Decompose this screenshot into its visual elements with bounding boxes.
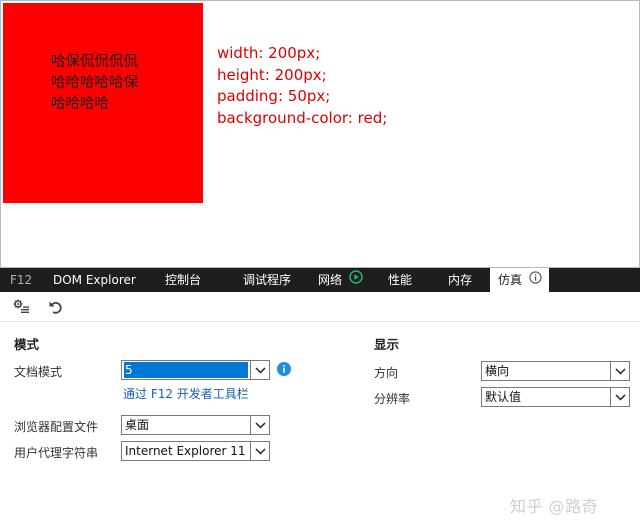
emulation-toolbar bbox=[0, 292, 640, 322]
orientation-value: 横向 bbox=[485, 364, 510, 378]
document-mode-value: 5 bbox=[124, 362, 248, 378]
reset-button[interactable] bbox=[45, 297, 65, 317]
chevron-down-icon bbox=[250, 442, 269, 460]
tab-console[interactable]: 控制台 bbox=[165, 268, 201, 292]
chevron-down-icon bbox=[250, 416, 269, 434]
tab-network-label: 网络 bbox=[318, 273, 343, 287]
css-line-background: background-color: red; bbox=[217, 108, 388, 127]
page-viewport: 哈保侃侃侃侃 哈哈哈哈哈保 哈哈哈哈 width: 200px; height:… bbox=[0, 0, 640, 268]
document-mode-select[interactable]: 5 bbox=[121, 360, 270, 380]
resolution-value: 默认值 bbox=[485, 390, 522, 404]
tab-performance-label: 性能 bbox=[388, 273, 413, 287]
tab-performance[interactable]: 性能 bbox=[388, 268, 412, 292]
display-section-title: 显示 bbox=[374, 337, 400, 352]
red-demo-box: 哈保侃侃侃侃 哈哈哈哈哈保 哈哈哈哈 bbox=[3, 3, 203, 203]
user-agent-value: Internet Explorer 11 (默 bbox=[125, 444, 250, 458]
tab-debugger-label: 调试程序 bbox=[243, 273, 292, 287]
settings-button[interactable] bbox=[11, 297, 31, 317]
tab-emulation[interactable]: 仿真 bbox=[490, 268, 549, 292]
document-mode-label: 文档模式 bbox=[14, 365, 63, 379]
chevron-down-icon bbox=[250, 361, 269, 379]
undo-icon bbox=[49, 301, 62, 314]
tab-console-label: 控制台 bbox=[165, 273, 202, 287]
user-agent-select[interactable]: Internet Explorer 11 (默 bbox=[121, 441, 270, 461]
tab-emulation-label: 仿真 bbox=[498, 273, 523, 287]
tab-memory-label: 内存 bbox=[448, 273, 473, 287]
resolution-select[interactable]: 默认值 bbox=[481, 387, 630, 407]
document-mode-info-icon[interactable] bbox=[277, 362, 291, 376]
chevron-down-icon bbox=[610, 362, 629, 380]
tab-f12[interactable]: F12 bbox=[10, 268, 32, 292]
record-play-icon bbox=[349, 268, 363, 292]
resolution-label: 分辨率 bbox=[374, 392, 411, 406]
settings-icon bbox=[13, 299, 29, 313]
tab-dom-explorer[interactable]: DOM Explorer bbox=[53, 268, 136, 292]
tab-network[interactable]: 网络 bbox=[318, 268, 363, 292]
css-line-padding: padding: 50px; bbox=[217, 87, 331, 105]
css-line-width: width: 200px; bbox=[217, 44, 321, 62]
css-description: width: 200px; height: 200px; padding: 50… bbox=[217, 43, 387, 129]
tab-dom-explorer-label: DOM Explorer bbox=[53, 273, 136, 287]
user-agent-label: 用户代理字符串 bbox=[14, 446, 99, 460]
tab-f12-label: F12 bbox=[10, 273, 33, 287]
watermark: 知乎 @路奇 bbox=[510, 497, 599, 516]
orientation-select[interactable]: 横向 bbox=[481, 361, 630, 381]
orientation-label: 方向 bbox=[374, 366, 399, 380]
chevron-down-icon bbox=[610, 388, 629, 406]
info-icon bbox=[529, 268, 542, 292]
browser-profile-label: 浏览器配置文件 bbox=[14, 420, 99, 434]
tab-debugger[interactable]: 调试程序 bbox=[243, 268, 291, 292]
devtools-tab-bar: F12 DOM Explorer 控制台 调试程序 网络 性能 内存 仿真 bbox=[0, 268, 640, 292]
demo-box-text: 哈保侃侃侃侃 哈哈哈哈哈保 哈哈哈哈 bbox=[51, 54, 138, 112]
browser-profile-value: 桌面 bbox=[125, 418, 150, 432]
f12-toolbar-link[interactable]: 通过 F12 开发者工具栏 bbox=[123, 385, 249, 402]
browser-profile-select[interactable]: 桌面 bbox=[121, 415, 270, 435]
mode-section-title: 模式 bbox=[14, 337, 40, 352]
css-line-height: height: 200px; bbox=[217, 65, 327, 84]
tab-memory[interactable]: 内存 bbox=[448, 268, 472, 292]
